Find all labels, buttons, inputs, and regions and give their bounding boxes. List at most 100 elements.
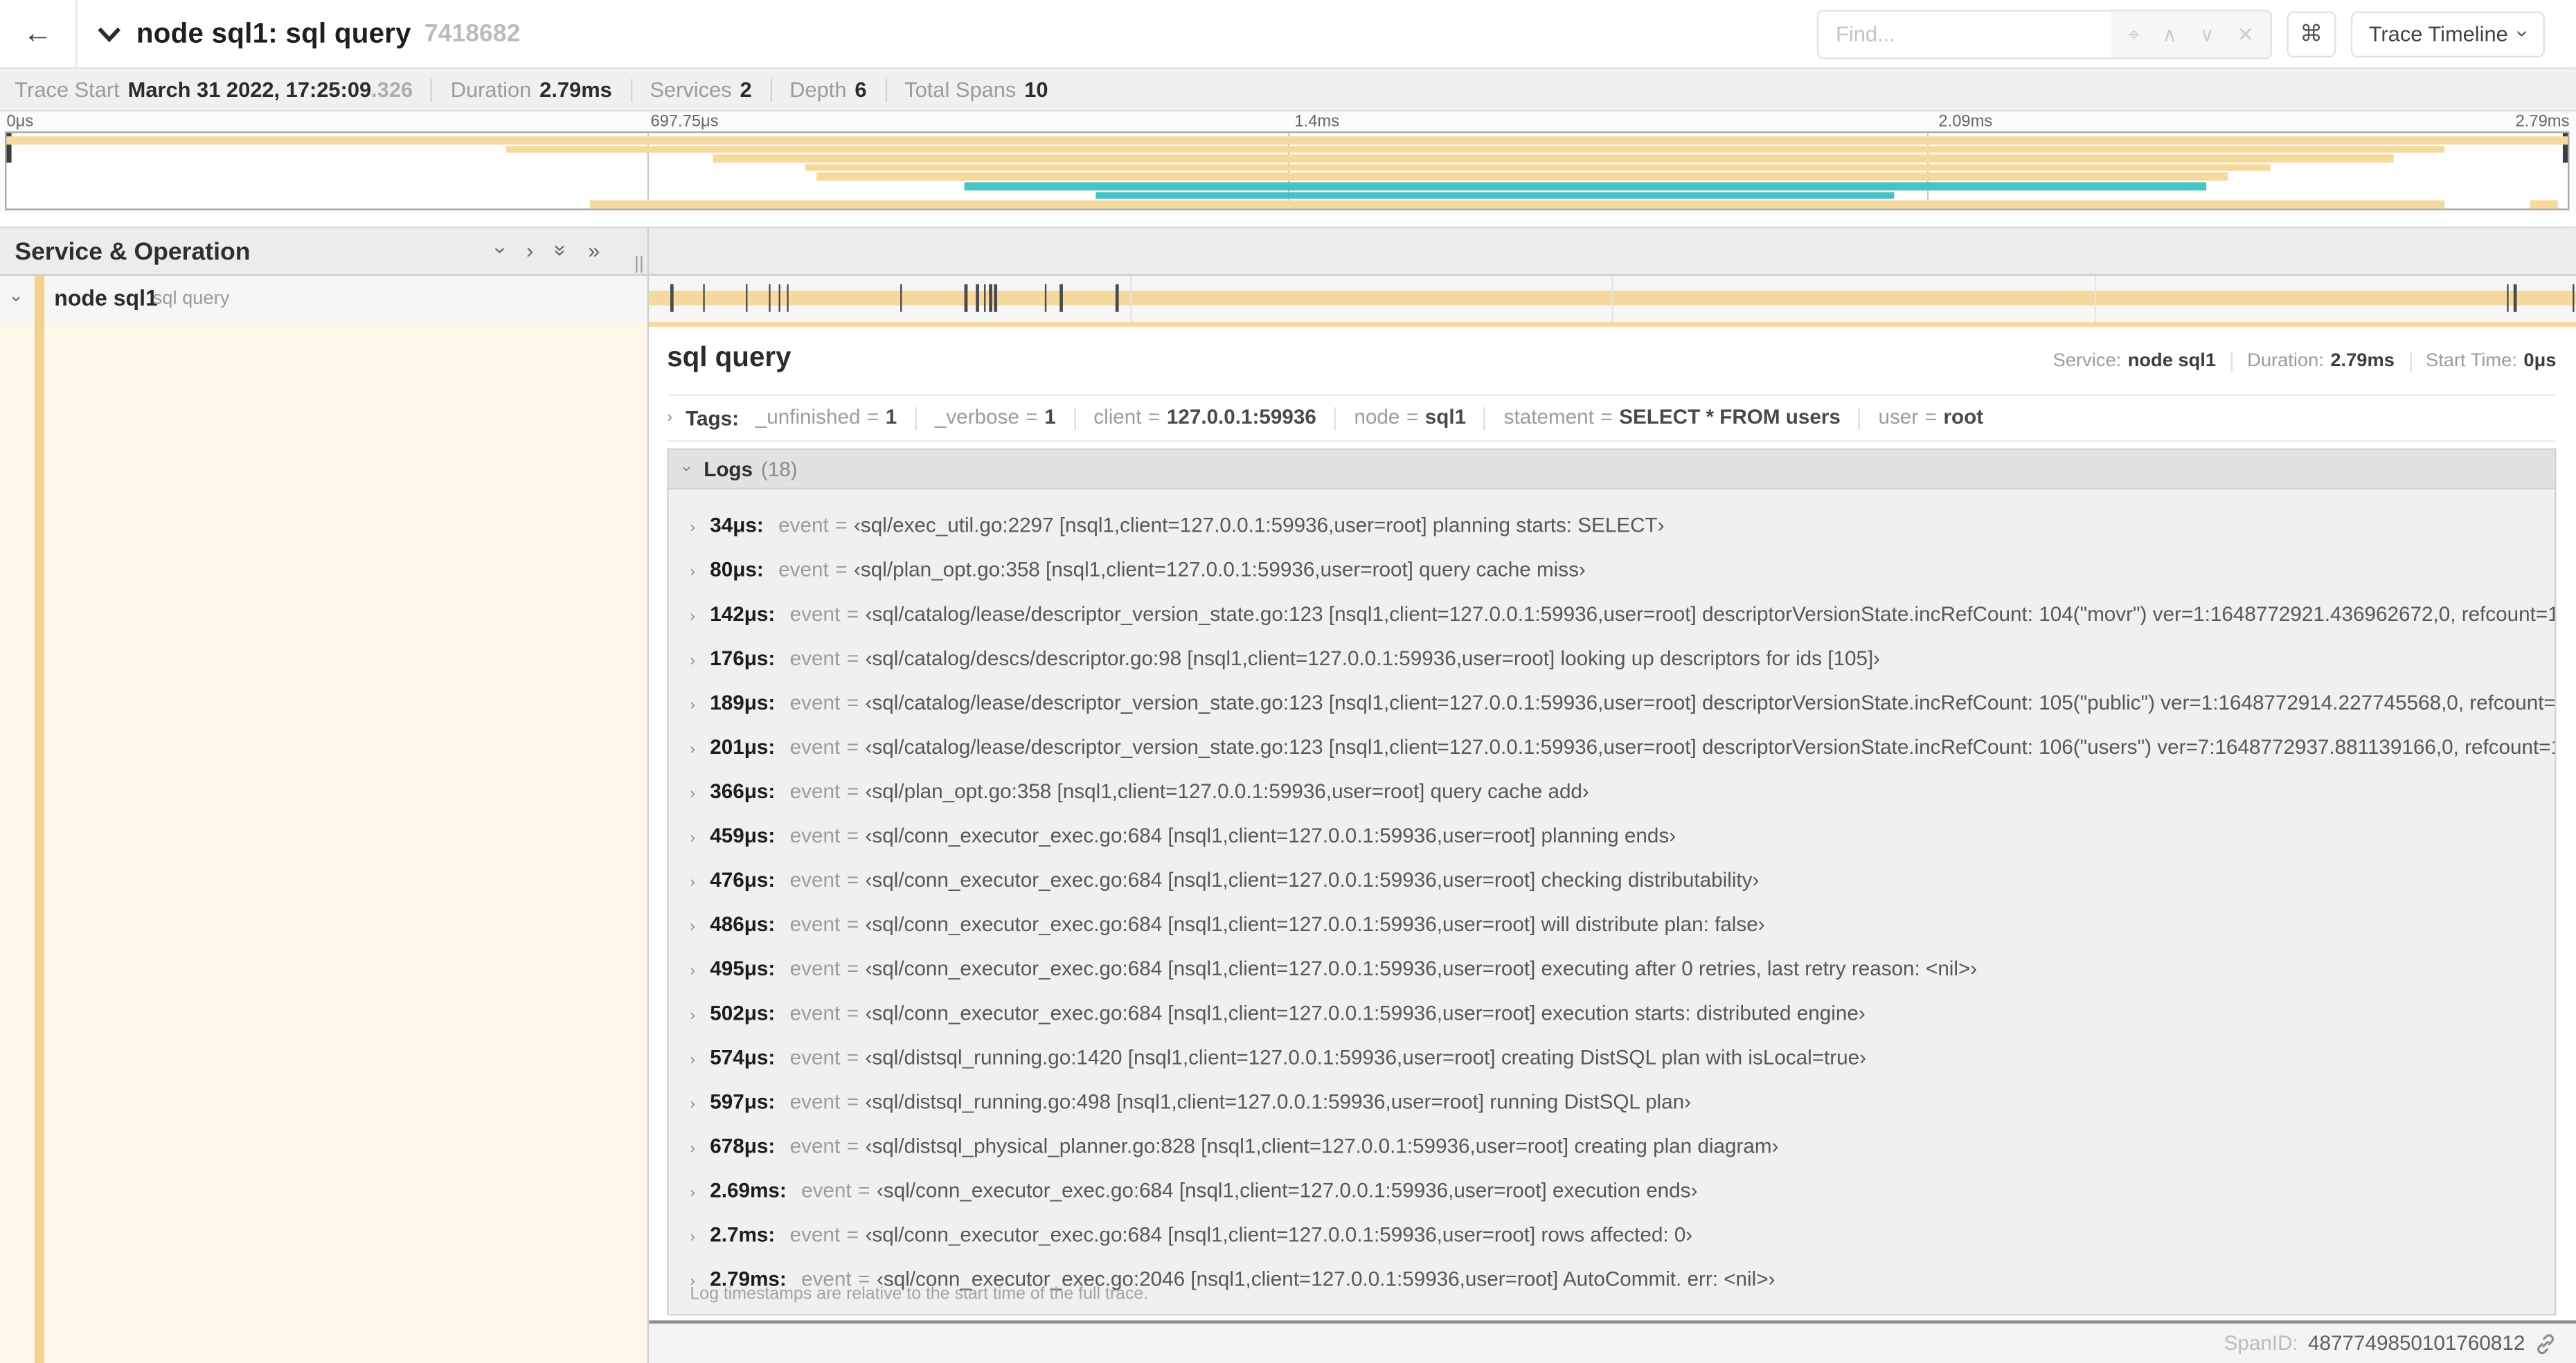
log-field-key: event — [789, 1002, 841, 1025]
minimap-canvas[interactable] — [5, 131, 2570, 210]
log-message: ‹sql/conn_executor_exec.go:684 [nsql1,cl… — [865, 957, 1978, 981]
span-detail-panel: sql query Service: node sql1 Duration: 2… — [649, 321, 2576, 1324]
log-row[interactable]: › 366μs: event = ‹sql/plan_opt.go:358 [nsql1… — [669, 770, 2555, 815]
log-row[interactable]: › 495μs: event = ‹sql/conn_executor_exec.go:… — [669, 948, 2555, 992]
log-message: ‹sql/catalog/lease/descriptor_version_st… — [865, 735, 2555, 759]
log-timestamp: 486μs: — [710, 913, 776, 937]
log-row[interactable]: › 34μs: event = ‹sql/exec_util.go:2297 [nsql… — [669, 504, 2555, 548]
divider — [915, 406, 917, 431]
find-target-icon[interactable]: ⌖ — [2128, 24, 2139, 43]
log-row[interactable]: › 459μs: event = ‹sql/conn_executor_exec.go:… — [669, 815, 2555, 859]
log-message: ‹sql/catalog/lease/descriptor_version_st… — [865, 691, 2555, 714]
span-color-stripe — [34, 276, 45, 322]
log-row[interactable]: › 574μs: event = ‹sql/distsql_running.go:142… — [669, 1036, 2555, 1081]
log-timestamp: 476μs: — [710, 868, 776, 892]
log-message: ‹sql/distsql_running.go:498 [nsql1,clien… — [865, 1090, 1692, 1114]
service-label: Service: — [2052, 351, 2122, 372]
log-row[interactable]: › 2.7ms: event = ‹sql/conn_executor_exec.go:… — [669, 1213, 2555, 1258]
collapse-one-icon[interactable]: › — [489, 247, 514, 254]
span-row[interactable]: › node sql1 sql query — [0, 276, 2576, 322]
span-operation-name[interactable]: sql query — [153, 289, 230, 309]
log-row[interactable]: › 502μs: event = ‹sql/conn_executor_exec.go:… — [669, 992, 2555, 1036]
log-field-key: event — [789, 1135, 841, 1158]
span-id-value: 4877749850101760812 — [2307, 1332, 2525, 1355]
log-row[interactable]: › 189μs: event = ‹sql/catalog/lease/descript… — [669, 682, 2555, 726]
find-next-icon[interactable]: ∨ — [2200, 24, 2215, 43]
log-field-key: event — [789, 1046, 841, 1069]
log-row[interactable]: › 678μs: event = ‹sql/distsql_physical_plann… — [669, 1125, 2555, 1169]
minimap-tick-label: 1.4ms — [1294, 113, 1340, 132]
divider — [431, 78, 433, 101]
chevron-right-icon: › — [690, 1095, 695, 1114]
span-id-label: SpanID: — [2224, 1332, 2298, 1355]
log-row[interactable]: › 201μs: event = ‹sql/catalog/lease/descript… — [669, 726, 2555, 770]
log-message: ‹sql/catalog/lease/descriptor_version_st… — [865, 602, 2555, 626]
span-color-accent-bar — [649, 321, 2576, 327]
log-timestamp: 678μs: — [710, 1135, 776, 1158]
chevron-right-icon: › — [690, 962, 695, 981]
tags-row[interactable]: › Tags: _unfinished = 1 _verbose = 1 client = 12… — [667, 394, 2557, 442]
top-bar: ← node sql1: sql query 7418682 ⌖ ∧ ∨ ✕ ⌘ — [0, 0, 2576, 68]
log-field-key: event — [801, 1179, 852, 1202]
log-marker-tick — [964, 284, 967, 312]
log-message: ‹sql/distsql_physical_planner.go:828 [ns… — [865, 1135, 1779, 1158]
chevron-down-icon[interactable] — [97, 26, 122, 42]
trace-summary-item: Trace Start March 31 2022, 17:25:09.326 — [15, 77, 413, 102]
log-marker-tick — [2507, 284, 2510, 312]
chevron-down-icon: › — [2510, 30, 2536, 37]
log-row[interactable]: › 486μs: event = ‹sql/conn_executor_exec.go:… — [669, 903, 2555, 948]
minimap-span-bar — [1095, 191, 1895, 199]
logs-label: Logs — [704, 457, 753, 480]
service-value: node sql1 — [2127, 351, 2217, 372]
detail-operation-title[interactable]: sql query — [667, 341, 791, 374]
column-resize-handle[interactable] — [632, 256, 645, 273]
span-collapse-chevron-icon[interactable]: › — [6, 296, 26, 302]
deep-link-icon[interactable] — [2535, 1333, 2557, 1354]
log-field-key: event — [789, 691, 841, 714]
jaeger-trace-page: ← node sql1: sql query 7418682 ⌖ ∧ ∨ ✕ ⌘ — [0, 0, 2576, 1363]
log-field-key: event — [789, 868, 841, 892]
log-row[interactable]: › 80μs: event = ‹sql/plan_opt.go:358 [nsql1,… — [669, 548, 2555, 593]
tag-item: _unfinished = 1 — [755, 406, 897, 429]
find-input[interactable] — [1819, 10, 2112, 57]
log-field-key: event — [778, 514, 829, 537]
log-row[interactable]: › 476μs: event = ‹sql/conn_executor_exec.go:… — [669, 859, 2555, 903]
logs-footnote: Log timestamps are relative to the start… — [690, 1284, 1149, 1304]
log-row[interactable]: › 142μs: event = ‹sql/catalog/lease/descript… — [669, 593, 2555, 637]
log-field-key: event — [789, 957, 841, 981]
log-marker-tick — [989, 284, 992, 312]
chevron-right-icon: › — [690, 607, 695, 626]
tags-label: Tags: — [686, 406, 740, 430]
trace-summary-item: Duration 2.79ms — [450, 77, 612, 102]
tag-item: user = root — [1878, 406, 1984, 429]
find-prev-icon[interactable]: ∧ — [2163, 24, 2177, 43]
tags-list: _unfinished = 1 _verbose = 1 client = 127.0.0.1:… — [755, 406, 1984, 431]
keyboard-shortcuts-button[interactable]: ⌘ — [2287, 10, 2336, 57]
page-title: node sql1: sql query — [136, 17, 411, 48]
log-row[interactable]: › 597μs: event = ‹sql/distsql_running.go:498… — [669, 1081, 2555, 1125]
divider — [1484, 406, 1486, 431]
chevron-right-icon: › — [690, 785, 695, 804]
arrow-left-icon: ← — [23, 16, 53, 50]
chevron-right-icon: › — [690, 563, 695, 581]
log-timestamp: 34μs: — [710, 514, 764, 537]
minimap-tick-label: 0μs — [6, 113, 34, 132]
span-service-name[interactable]: node sql1 — [54, 286, 157, 311]
minimap-tick-label: 2.09ms — [1938, 113, 1993, 132]
collapse-all-icon[interactable]: » — [548, 244, 573, 256]
expand-all-icon[interactable]: » — [588, 240, 600, 261]
expand-one-icon[interactable]: › — [526, 240, 533, 261]
back-button[interactable]: ← — [0, 0, 78, 68]
minimap-tick-label: 2.79ms — [2515, 113, 2570, 132]
log-row[interactable]: › 2.69ms: event = ‹sql/conn_executor_exec.go… — [669, 1169, 2555, 1213]
log-timestamp: 2.69ms: — [710, 1179, 787, 1202]
logs-header[interactable]: › Logs (18) — [668, 450, 2555, 489]
tag-item: statement = SELECT * FROM users — [1503, 406, 1841, 429]
find-clear-icon[interactable]: ✕ — [2237, 24, 2254, 43]
log-field-key: event — [789, 1223, 841, 1247]
trace-title-group[interactable]: node sql1: sql query 7418682 — [97, 17, 520, 50]
log-message: ‹sql/plan_opt.go:358 [nsql1,client=127.0… — [865, 779, 1589, 804]
log-row[interactable]: › 176μs: event = ‹sql/catalog/descs/descript… — [669, 637, 2555, 681]
view-selector-button[interactable]: Trace Timeline › — [2350, 10, 2545, 57]
divider — [1859, 406, 1861, 431]
